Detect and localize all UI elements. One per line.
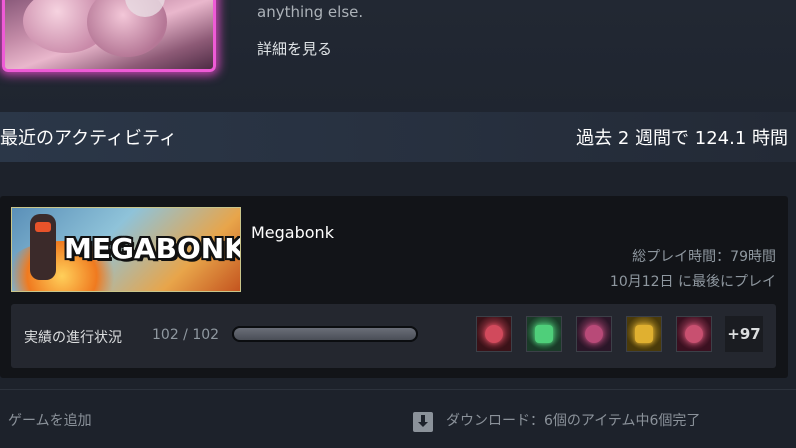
showcase-description: anything else. bbox=[257, 3, 364, 21]
game-activity-card: MEGABONK Megabonk 総プレイ時間：79時間 10月12日 に最後… bbox=[0, 196, 788, 378]
mask-achievement-icon[interactable] bbox=[576, 316, 612, 352]
achievement-glyph bbox=[585, 325, 603, 343]
game-name-link[interactable]: Megabonk bbox=[251, 223, 334, 242]
add-game-button[interactable]: ゲームを追加 bbox=[8, 410, 92, 430]
recent-hours-summary: 過去 2 週間で 124.1 時間 bbox=[576, 128, 788, 149]
microphone-achievement-icon[interactable] bbox=[526, 316, 562, 352]
achievement-progress-strip[interactable]: 実績の進行状況 102 / 102 +97 bbox=[11, 304, 776, 368]
download-status[interactable]: ダウンロード：6個のアイテム中6個完了 bbox=[446, 410, 700, 430]
achievement-glyph bbox=[635, 325, 653, 343]
achievement-glyph bbox=[485, 325, 503, 343]
heart-achievement-icon[interactable] bbox=[476, 316, 512, 352]
gloves-achievement-icon[interactable] bbox=[676, 316, 712, 352]
game-capsule-image[interactable]: MEGABONK bbox=[11, 207, 241, 292]
footer-bar: ゲームを追加 ダウンロード：6個のアイテム中6個完了 bbox=[0, 390, 796, 448]
achievement-glyph bbox=[535, 325, 553, 343]
profile-showcase: anything else. 詳細を見る bbox=[0, 0, 796, 112]
capsule-hero-art bbox=[30, 214, 56, 280]
last-played: 10月12日 に最後にプレイ bbox=[609, 274, 776, 290]
recent-activity-header: 最近のアクティビティ 過去 2 週間で 124.1 時間 bbox=[0, 112, 796, 162]
achievement-progress-fill bbox=[234, 328, 416, 340]
sword-achievement-icon[interactable] bbox=[626, 316, 662, 352]
achievement-progress-label: 実績の進行状況 bbox=[24, 330, 122, 346]
showcase-artwork[interactable] bbox=[2, 0, 216, 72]
achievement-progress-bar bbox=[232, 326, 418, 342]
details-link[interactable]: 詳細を見る bbox=[257, 38, 332, 59]
download-icon[interactable] bbox=[413, 412, 433, 432]
total-playtime: 総プレイ時間：79時間 bbox=[632, 249, 776, 265]
more-achievements-button[interactable]: +97 bbox=[725, 316, 763, 352]
achievement-count: 102 / 102 bbox=[152, 327, 220, 343]
recent-activity-title: 最近のアクティビティ bbox=[0, 128, 177, 149]
achievement-glyph bbox=[685, 325, 703, 343]
capsule-logo-text: MEGABONK bbox=[64, 232, 241, 265]
